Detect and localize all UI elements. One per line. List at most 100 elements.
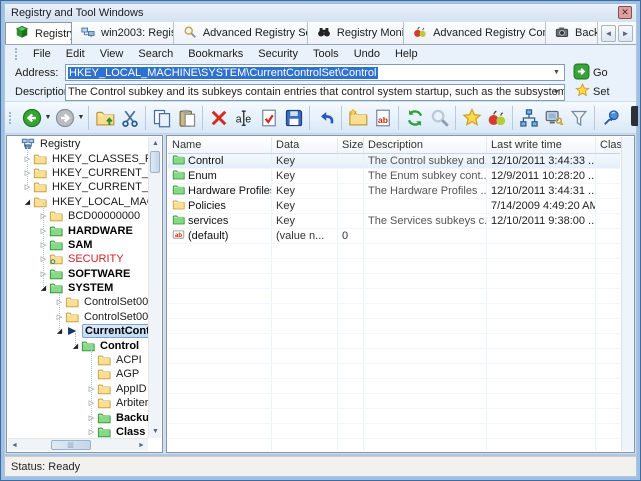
close-button[interactable]: ✕	[618, 6, 632, 19]
tree-vertical-scrollbar[interactable]: ▲ ▼	[148, 137, 161, 438]
tab-registry-monitor[interactable]: Registry Monitor	[308, 22, 404, 44]
expanded-arrow-icon[interactable]: ◢	[22, 198, 33, 206]
tab-registry[interactable]: Registry	[5, 22, 72, 44]
new-key-icon[interactable]	[345, 105, 370, 131]
scroll-up-icon[interactable]: ▲	[149, 137, 162, 150]
tree-item-sam[interactable]: ▷SAM	[8, 238, 148, 252]
menu-tools[interactable]: Tools	[306, 47, 346, 61]
last-write-cell: 7/14/2009 4:49:20 AM	[487, 199, 596, 213]
description-input[interactable]: The Control subkey and its subkeys conta…	[65, 84, 565, 101]
tree-item-acpi[interactable]: ACPI	[8, 353, 148, 367]
tree-item-arbiters[interactable]: ▷Arbiters	[8, 396, 148, 410]
go-button[interactable]: Go	[573, 63, 608, 83]
delete-icon[interactable]	[206, 105, 231, 131]
new-value-icon[interactable]: ab	[370, 105, 395, 131]
tree-hscroll-thumb[interactable]: ▥	[51, 440, 91, 450]
find-icon[interactable]	[427, 105, 452, 131]
paste-icon[interactable]	[174, 105, 199, 131]
column-header-data[interactable]: Data	[272, 137, 338, 153]
toolbar-overflow-icon[interactable]	[631, 106, 638, 126]
scroll-left-icon[interactable]: ◄	[8, 439, 21, 452]
list-row-hardware-profiles[interactable]: Hardware ProfilesKeyThe Hardware Profile…	[168, 184, 620, 199]
tree-item-bcd00000000[interactable]: ▷BCD00000000	[8, 209, 148, 223]
description-dropdown-icon[interactable]: ▼	[550, 85, 563, 100]
forward-icon[interactable]	[52, 105, 77, 131]
menu-edit[interactable]: Edit	[59, 47, 92, 61]
save-icon[interactable]	[281, 105, 306, 131]
list-row-control[interactable]: ControlKeyThe Control subkey and...12/10…	[168, 154, 620, 169]
menu-file[interactable]: File	[26, 47, 58, 61]
empty-cell	[338, 259, 364, 273]
dropdown-caret-icon[interactable]: ▼	[44, 114, 52, 121]
folder-green-icon	[49, 238, 66, 252]
empty-cell	[168, 334, 272, 348]
tree-item-software[interactable]: ▷SOFTWARE	[8, 267, 148, 281]
tree-item-class[interactable]: ▷Class	[8, 425, 148, 438]
apply-icon[interactable]	[256, 105, 281, 131]
column-header-description[interactable]: Description	[364, 137, 487, 153]
menu-help[interactable]: Help	[388, 47, 425, 61]
tree-item-appid[interactable]: ▷AppID	[8, 382, 148, 396]
column-header-size[interactable]: Size	[338, 137, 364, 153]
tree-horizontal-scrollbar[interactable]: ◄ ▥ ►	[8, 438, 148, 451]
list-row-services[interactable]: servicesKeyThe Services subkeys c...12/1…	[168, 214, 620, 229]
connect-icon[interactable]	[516, 105, 541, 131]
copy-icon[interactable]	[149, 105, 174, 131]
menu-view[interactable]: View	[93, 47, 131, 61]
filter-icon[interactable]	[566, 105, 591, 131]
list-vertical-scrollbar[interactable]	[621, 137, 634, 451]
dropdown-caret-icon[interactable]: ▼	[77, 114, 85, 121]
menu-undo[interactable]: Undo	[347, 47, 387, 61]
empty-cell	[168, 319, 272, 333]
tree-item-controlset001[interactable]: ▷ControlSet001	[8, 295, 148, 309]
tree-item-system[interactable]: ◢SYSTEM	[8, 281, 148, 295]
refresh-icon[interactable]	[402, 105, 427, 131]
list-empty-row	[168, 409, 620, 424]
compare-icon[interactable]	[484, 105, 509, 131]
tree-item-currentcontrolset[interactable]: ◢CurrentControlSet	[8, 324, 148, 338]
address-dropdown-icon[interactable]: ▼	[550, 65, 563, 80]
security-icon[interactable]	[541, 105, 566, 131]
empty-cell	[338, 289, 364, 303]
tree-item-agp[interactable]: AGP	[8, 367, 148, 381]
empty-cell	[364, 349, 487, 363]
pin-icon[interactable]	[598, 105, 623, 131]
tree-item-hkey-classes-root[interactable]: ▷HKEY_CLASSES_ROOT	[8, 151, 148, 165]
rename-icon[interactable]: ae	[231, 105, 256, 131]
address-input[interactable]: HKEY_LOCAL_MACHINE\SYSTEM\CurrentControl…	[65, 64, 565, 81]
scroll-right-icon[interactable]: ►	[135, 439, 148, 452]
up-one-level-icon[interactable]	[92, 105, 117, 131]
tree-item-controlset002[interactable]: ▷ControlSet002	[8, 310, 148, 324]
tree-item-hardware[interactable]: ▷HARDWARE	[8, 223, 148, 237]
tree-item-hkey-current-user[interactable]: ▷HKEY_CURRENT_USER	[8, 180, 148, 194]
tab-advanced-registry-compare[interactable]: Advanced Registry Compare	[404, 22, 546, 44]
tab-scroll-left-icon[interactable]: ◄	[601, 25, 616, 42]
column-header-name[interactable]: Name	[168, 137, 272, 153]
back-icon[interactable]	[19, 105, 44, 131]
list-row-enum[interactable]: EnumKeyThe Enum subkey cont...12/9/2011 …	[168, 169, 620, 184]
cell-text: Key	[276, 170, 295, 182]
tab-win2003-registry[interactable]: win2003: Registry	[72, 22, 174, 44]
column-header-last-write-time[interactable]: Last write time	[487, 137, 596, 153]
empty-cell	[487, 439, 596, 451]
tree-item-security[interactable]: ▷SECURITY	[8, 252, 148, 266]
set-button[interactable]: Set	[575, 83, 610, 101]
tree-item-hkey-current-config[interactable]: ▷HKEY_CURRENT_CONFIG	[8, 166, 148, 180]
tree-item-hkey-local-machine[interactable]: ◢HKEY_LOCAL_MACHINE	[8, 195, 148, 209]
tab-scroll-right-icon[interactable]: ►	[618, 25, 633, 42]
cut-icon[interactable]	[117, 105, 142, 131]
tree-item-registry[interactable]: Registry	[8, 137, 148, 151]
menu-search[interactable]: Search	[131, 47, 180, 61]
undo-icon[interactable]	[313, 105, 338, 131]
tab-backup[interactable]: Backup	[546, 22, 598, 44]
scroll-down-icon[interactable]: ▼	[149, 425, 162, 438]
tree-item-control[interactable]: ◢Control	[8, 338, 148, 352]
tree-vscroll-thumb[interactable]	[150, 151, 160, 173]
menu-security[interactable]: Security	[251, 47, 305, 61]
tree-item-backup[interactable]: ▷Backup	[8, 410, 148, 424]
list-row-policies[interactable]: PoliciesKey7/14/2009 4:49:20 AM	[168, 199, 620, 214]
favorites-icon[interactable]	[459, 105, 484, 131]
tab-advanced-registry-search[interactable]: Advanced Registry Search	[174, 22, 308, 44]
list-row-default[interactable]: ab(default)(value n...0	[168, 229, 620, 244]
menu-bookmarks[interactable]: Bookmarks	[181, 47, 250, 61]
